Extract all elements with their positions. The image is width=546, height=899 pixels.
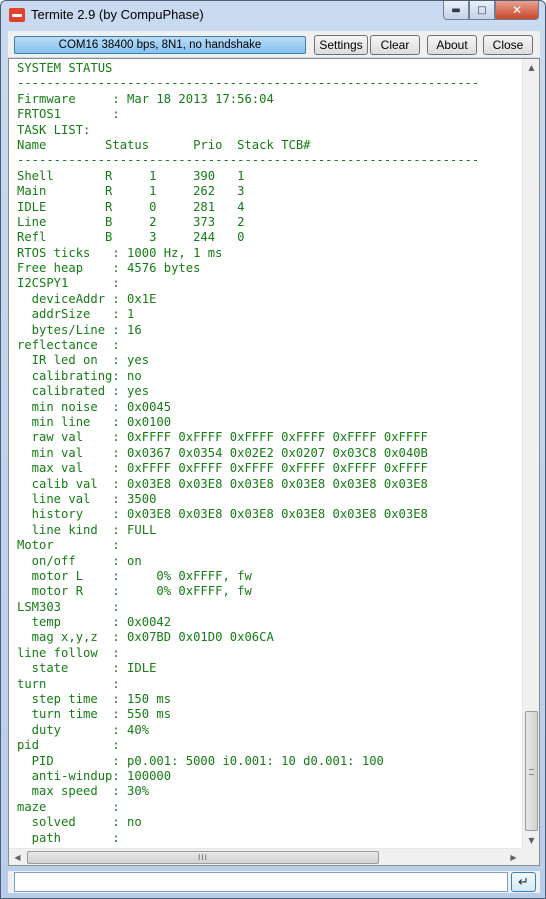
terminal-line: PID : p0.001: 5000 i0.001: 10 d0.001: 10…	[17, 753, 384, 768]
vertical-scrollbar[interactable]: ▲ ▼	[522, 59, 539, 849]
terminal-line: Firmware : Mar 18 2013 17:56:04	[17, 91, 274, 106]
maximize-button[interactable]: □	[469, 1, 495, 20]
terminal-line: Name Status Prio Stack TCB#	[17, 137, 311, 152]
terminal-line: line val : 3500	[17, 491, 157, 506]
terminal-line: bytes/Line : 16	[17, 322, 142, 337]
horizontal-scroll-thumb[interactable]: III	[27, 851, 379, 864]
scrollbar-corner	[522, 848, 539, 865]
settings-button[interactable]: Settings	[314, 35, 368, 55]
terminal-line: turn time : 550 ms	[17, 707, 172, 722]
enter-icon: ↵	[518, 874, 529, 890]
terminal-line: state : IDLE	[17, 661, 157, 676]
toolbar: COM16 38400 bps, 8N1, no handshake Setti…	[8, 31, 540, 57]
close-button[interactable]: Close	[483, 35, 533, 55]
scroll-left-icon[interactable]: ◀	[9, 849, 26, 866]
terminal-line: Motor :	[17, 538, 120, 553]
terminal-line: raw val : 0xFFFF 0xFFFF 0xFFFF 0xFFFF 0x…	[17, 430, 428, 445]
terminal-line: mag x,y,z : 0x07BD 0x01D0 0x06CA	[17, 630, 274, 645]
terminal-line: path :	[17, 830, 120, 845]
close-icon: ✕	[511, 3, 523, 17]
terminal-line: line kind : FULL	[17, 522, 157, 537]
terminal-line: anti-windup: 100000	[17, 768, 172, 783]
title-bar[interactable]: Termite 2.9 (by CompuPhase) ▬ □ ✕	[1, 1, 545, 29]
terminal-line: TASK LIST:	[17, 122, 91, 137]
terminal-line: Main R 1 262 3	[17, 184, 245, 199]
terminal-line: min val : 0x0367 0x0354 0x02E2 0x0207 0x…	[17, 445, 428, 460]
terminal-line: Shell R 1 390 1	[17, 168, 245, 183]
terminal-line: ----------------------------------------…	[17, 76, 480, 91]
terminal-line: IDLE R 0 281 4	[17, 199, 245, 214]
scroll-right-icon[interactable]: ▶	[505, 849, 522, 866]
command-input[interactable]	[14, 872, 508, 892]
terminal-line: max speed : 30%	[17, 784, 150, 799]
terminal-line: reflectance :	[17, 338, 120, 353]
horizontal-scrollbar[interactable]: ◀ III ▶	[9, 848, 522, 865]
about-button[interactable]: About	[427, 35, 477, 55]
terminal-line: history : 0x03E8 0x03E8 0x03E8 0x03E8 0x…	[17, 507, 428, 522]
terminal-line: solved : no	[17, 815, 142, 830]
terminal-output[interactable]: SYSTEM STATUS ---------------------------…	[8, 58, 540, 866]
terminal-line: pid :	[17, 738, 120, 753]
terminal-line: calibrating: no	[17, 368, 142, 383]
terminal-line: step time : 150 ms	[17, 692, 172, 707]
send-button[interactable]: ↵	[511, 872, 536, 892]
scroll-up-icon[interactable]: ▲	[523, 59, 540, 76]
terminal-line: maze :	[17, 799, 120, 814]
terminal-line: addrSize : 1	[17, 307, 135, 322]
scroll-down-icon[interactable]: ▼	[523, 832, 540, 849]
command-row: ↵	[8, 871, 540, 893]
terminal-text[interactable]: SYSTEM STATUS ---------------------------…	[9, 59, 521, 849]
terminal-line: min line : 0x0100	[17, 414, 172, 429]
terminal-line: FRTOS1 :	[17, 107, 120, 122]
terminal-line: on/off : on	[17, 553, 142, 568]
terminal-line: ----------------------------------------…	[17, 153, 480, 168]
terminal-line: turn :	[17, 676, 120, 691]
window-title: Termite 2.9 (by CompuPhase)	[31, 7, 204, 22]
terminal-line: Refl B 3 244 0	[17, 230, 245, 245]
connection-status[interactable]: COM16 38400 bps, 8N1, no handshake	[14, 36, 306, 54]
terminal-line: Line B 2 373 2	[17, 214, 245, 229]
terminal-line: LSM303 :	[17, 599, 120, 614]
terminal-line: Free heap : 4576 bytes	[17, 261, 201, 276]
maximize-icon: □	[477, 4, 487, 16]
terminal-line: calibrated : yes	[17, 384, 150, 399]
termite-app-icon[interactable]	[9, 8, 25, 22]
terminal-line: motor R : 0% 0xFFFF, fw	[17, 584, 252, 599]
terminal-line: motor L : 0% 0xFFFF, fw	[17, 568, 252, 583]
terminal-line: line follow :	[17, 645, 120, 660]
terminal-line: temp : 0x0042	[17, 615, 172, 630]
terminal-line: RTOS ticks : 1000 Hz, 1 ms	[17, 245, 223, 260]
terminal-line: duty : 40%	[17, 722, 150, 737]
terminal-line: deviceAddr : 0x1E	[17, 291, 157, 306]
terminal-line: min noise : 0x0045	[17, 399, 172, 414]
terminal-line: calib val : 0x03E8 0x03E8 0x03E8 0x03E8 …	[17, 476, 428, 491]
terminal-line: I2CSPY1 :	[17, 276, 120, 291]
minimize-button[interactable]: ▬	[443, 1, 469, 20]
terminal-line: SYSTEM STATUS	[17, 61, 113, 75]
minimize-icon: ▬	[451, 4, 461, 16]
window-close-button[interactable]: ✕	[495, 1, 539, 20]
clear-button[interactable]: Clear	[370, 35, 420, 55]
terminal-line: IR led on : yes	[17, 353, 150, 368]
window-controls: ▬ □ ✕	[443, 1, 539, 20]
termite-window: Termite 2.9 (by CompuPhase) ▬ □ ✕ COM16 …	[0, 0, 546, 899]
vertical-scroll-thumb[interactable]	[525, 711, 538, 831]
terminal-line: max val : 0xFFFF 0xFFFF 0xFFFF 0xFFFF 0x…	[17, 461, 428, 476]
